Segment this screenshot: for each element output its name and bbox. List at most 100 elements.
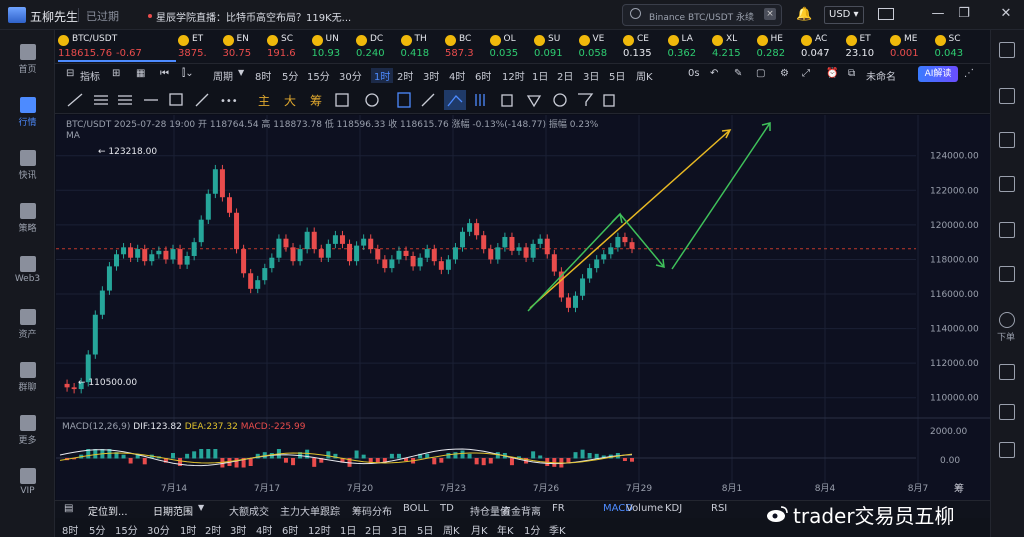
interval-13[interactable]: 5日: [609, 68, 625, 83]
share-icon[interactable]: ⋰: [964, 68, 974, 79]
layout-list-icon[interactable]: [999, 42, 1015, 58]
sidebar-item-3[interactable]: 策略: [0, 197, 55, 245]
ticker-item[interactable]: OL 0.035: [489, 32, 532, 62]
ticker-item[interactable]: XL 4.215: [712, 32, 754, 62]
news-ticker[interactable]: 星辰学院直播：比特币高空布局？119K无...: [156, 9, 351, 24]
ticker-item[interactable]: EN 30.75: [222, 32, 265, 62]
interval-3[interactable]: 30分: [339, 68, 362, 83]
interval-14[interactable]: 周K: [636, 68, 653, 83]
unnamed-layout[interactable]: 未命名: [866, 68, 896, 83]
interval-tab-11[interactable]: 2日: [365, 522, 381, 537]
interval-4[interactable]: 1时: [371, 68, 394, 83]
undo-icon[interactable]: ↶: [710, 68, 718, 79]
indicator-tab-0[interactable]: 大额成交: [229, 503, 269, 518]
interval-tab-16[interactable]: 年K: [497, 522, 514, 537]
document-icon[interactable]: [999, 88, 1015, 104]
interval-tab-4[interactable]: 1时: [180, 522, 196, 537]
interval-tab-13[interactable]: 5日: [417, 522, 433, 537]
calendar-icon-small[interactable]: ▤: [64, 503, 73, 514]
interval-tab-9[interactable]: 12时: [308, 522, 331, 537]
replay-icon[interactable]: ⏮: [160, 68, 169, 79]
interval-1[interactable]: 5分: [282, 68, 298, 83]
grid-icon[interactable]: [999, 364, 1015, 380]
sidebar-item-8[interactable]: VIP: [0, 462, 55, 510]
sidebar-item-7[interactable]: 更多: [0, 409, 55, 457]
indicator-icon[interactable]: ⊟: [66, 68, 74, 79]
interval-tab-10[interactable]: 1日: [340, 522, 356, 537]
interval-11[interactable]: 2日: [557, 68, 573, 83]
notes-icon[interactable]: [999, 176, 1015, 192]
edit-icon[interactable]: ✎: [734, 68, 742, 79]
order-icon[interactable]: [999, 312, 1015, 328]
interval-tab-15[interactable]: 月K: [471, 522, 488, 537]
indicator-tab-6[interactable]: 资金背离: [501, 503, 541, 518]
interval-12[interactable]: 3日: [583, 68, 599, 83]
indicator-tab-2[interactable]: 筹码分布: [352, 503, 392, 518]
interval-tab-8[interactable]: 6时: [282, 522, 298, 537]
sidebar-item-5[interactable]: 资产: [0, 303, 55, 351]
ai-analysis-button[interactable]: AI解读: [918, 66, 958, 82]
interval-tab-7[interactable]: 4时: [256, 522, 272, 537]
interval-9[interactable]: 12时: [502, 68, 525, 83]
period-chevron-icon[interactable]: ▼: [238, 68, 244, 77]
indicator-tab-1[interactable]: 主力大单跟踪: [280, 503, 340, 518]
interval-0[interactable]: 8时: [255, 68, 271, 83]
interval-tab-1[interactable]: 5分: [89, 522, 105, 537]
interval-5[interactable]: 2时: [397, 68, 413, 83]
sidebar-item-4[interactable]: Web3: [0, 250, 55, 298]
interval-tab-0[interactable]: 8时: [62, 522, 78, 537]
ticker-item[interactable]: CE 0.135: [623, 32, 665, 62]
mail-icon[interactable]: [878, 8, 894, 20]
sidebar-item-0[interactable]: 首页: [0, 38, 55, 86]
sidebar-item-2[interactable]: 快讯: [0, 144, 55, 192]
chips-toggle[interactable]: 筹: [310, 92, 322, 109]
close-icon[interactable]: ✕: [998, 6, 1014, 22]
indicator-tab-9[interactable]: Volume: [626, 503, 663, 514]
chat-bubble-icon[interactable]: [999, 442, 1015, 458]
widget-icon[interactable]: [999, 404, 1015, 420]
ticker-item[interactable]: VE 0.058: [578, 32, 621, 62]
interval-6[interactable]: 3时: [423, 68, 439, 83]
minimize-icon[interactable]: —: [930, 6, 946, 22]
currency-select[interactable]: USD ▾: [824, 6, 864, 24]
settings-icon[interactable]: ⚙: [780, 68, 789, 79]
ticker-item[interactable]: SC 0.043: [934, 32, 977, 62]
period-button[interactable]: 周期: [213, 68, 233, 83]
interval-tab-12[interactable]: 3日: [391, 522, 407, 537]
ticker-item[interactable]: SU 0.091: [534, 32, 576, 62]
ticker-item[interactable]: UN 10.93: [311, 32, 354, 62]
ticker-item[interactable]: SC 191.6: [267, 32, 309, 62]
interval-8[interactable]: 6时: [475, 68, 491, 83]
date-range-button[interactable]: 日期范围: [153, 503, 193, 518]
interval-10[interactable]: 1日: [532, 68, 548, 83]
main-chart-toggle[interactable]: 主: [258, 92, 270, 109]
sidebar-item-1[interactable]: 行情: [0, 91, 55, 139]
interval-tab-3[interactable]: 30分: [147, 522, 170, 537]
interval-tab-2[interactable]: 15分: [115, 522, 138, 537]
ticker-item[interactable]: AC 0.047: [801, 32, 843, 62]
ticker-item[interactable]: ME 0.001: [890, 32, 932, 62]
ticker-item[interactable]: HE 0.282: [756, 32, 799, 62]
ticker-item[interactable]: BC 587.3: [445, 32, 487, 62]
fullscreen-icon[interactable]: ⤢: [802, 68, 810, 79]
ticker-item-btc[interactable]: BTC/USDT 118615.76 -0.67: [58, 32, 176, 62]
locate-button[interactable]: 定位到...: [88, 503, 128, 518]
order-label[interactable]: 下单: [997, 330, 1015, 343]
interval-tab-14[interactable]: 周K: [443, 522, 460, 537]
sidebar-item-6[interactable]: 群聊: [0, 356, 55, 404]
ticker-item[interactable]: DC 0.240: [356, 32, 398, 62]
price-chart[interactable]: 7月14 7月17 7月20 7月23 7月26 7月29 8月1 8月4 8月7 110000.…: [56, 115, 990, 500]
indicator-tab-4[interactable]: TD: [440, 503, 454, 514]
interval-2[interactable]: 15分: [307, 68, 330, 83]
ticker-item[interactable]: ET 23.10: [845, 32, 888, 62]
alert-icon[interactable]: ⏰: [826, 68, 838, 79]
interval-7[interactable]: 4时: [449, 68, 465, 83]
indicator-tab-10[interactable]: KDJ: [665, 503, 682, 514]
compare-icon[interactable]: ⊞: [112, 68, 120, 79]
clock-icon[interactable]: [999, 132, 1015, 148]
big-order-toggle[interactable]: 大: [284, 92, 296, 109]
template-icon[interactable]: ⧉: [848, 68, 855, 79]
ticker-item[interactable]: TH 0.418: [400, 32, 443, 62]
chart-type-icon[interactable]: ⫿⌄: [182, 68, 194, 79]
indicators-button[interactable]: 指标: [80, 68, 100, 83]
